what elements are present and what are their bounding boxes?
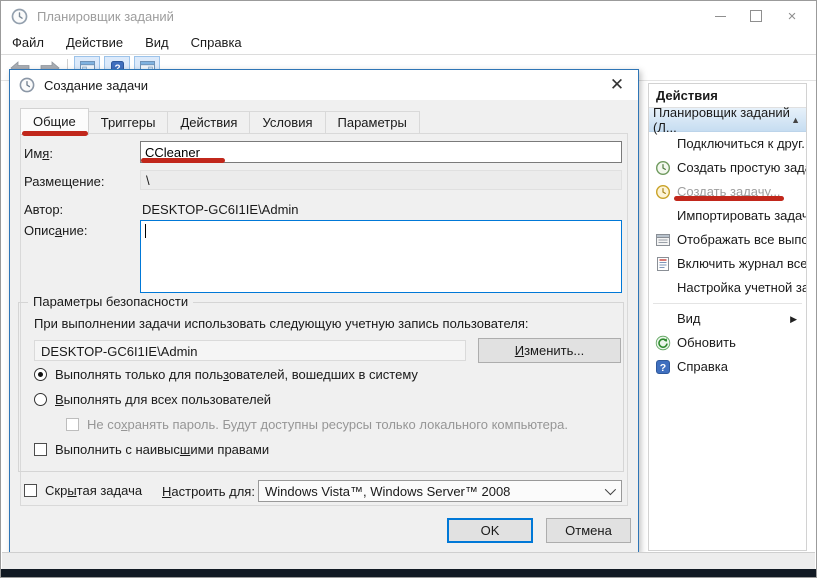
action-item-label: Создать простую зада... — [677, 160, 806, 175]
menu-file[interactable]: Файл — [1, 31, 55, 54]
location-field: \ — [140, 170, 622, 190]
action-item-label: Отображать все выпо... — [677, 232, 806, 247]
security-options-group: Параметры безопасности При выполнении за… — [18, 302, 624, 472]
display-tasks-icon — [655, 232, 671, 248]
checkbox-no-password[interactable]: Не сохранять пароль. Будут доступны ресу… — [66, 417, 568, 432]
create-task-icon — [655, 184, 671, 200]
tab-triggers[interactable]: Триггеры — [88, 111, 169, 134]
action-account-configuration[interactable]: Настройка учетной за... — [649, 276, 806, 300]
checkbox-label: Не сохранять пароль. Будут доступны ресу… — [87, 417, 568, 432]
hidden-task-label: Скрытая задача — [45, 483, 142, 498]
radio-label: Выполнять только для пользователей, воше… — [55, 367, 418, 382]
window-title: Планировщик заданий — [37, 9, 174, 24]
task-scheduler-window: Планировщик заданий × Файл Действие Вид … — [0, 0, 817, 578]
menu-help[interactable]: Справка — [180, 31, 253, 54]
actions-group-label: Планировщик заданий (Л... — [653, 105, 791, 135]
close-button[interactable]: × — [774, 1, 810, 31]
simple-task-icon — [655, 160, 671, 176]
action-display-running-tasks[interactable]: Отображать все выпо... — [649, 228, 806, 252]
action-item-label: Справка — [677, 359, 728, 374]
svg-text:?: ? — [660, 362, 666, 374]
annotation-name-value — [141, 158, 225, 163]
window-titlebar: Планировщик заданий — [1, 1, 816, 31]
action-item-label: Подключиться к друг... — [677, 136, 806, 151]
tab-settings[interactable]: Параметры — [325, 111, 420, 134]
clock-icon — [19, 77, 35, 93]
radio-label: Выполнять для всех пользователей — [55, 392, 271, 407]
action-item-label: Настройка учетной за... — [677, 280, 806, 295]
submenu-arrow-icon: ▶ — [790, 307, 797, 331]
tab-actions[interactable]: Действия — [167, 111, 250, 134]
minimize-button[interactable] — [702, 1, 738, 31]
action-import-task[interactable]: Импортировать задач... — [649, 204, 806, 228]
ok-button[interactable]: OK — [447, 518, 533, 543]
action-item-label: Включить журнал все... — [677, 256, 806, 271]
security-group-title: Параметры безопасности — [28, 294, 193, 309]
configure-for-select[interactable]: Windows Vista™, Windows Server™ 2008 — [258, 480, 622, 502]
action-create-basic-task[interactable]: Создать простую зада... — [649, 156, 806, 180]
menu-action[interactable]: Действие — [55, 31, 134, 54]
radio-run-all-users[interactable]: Выполнять для всех пользователей — [34, 392, 271, 407]
actions-panel: Действия Планировщик заданий (Л... ▲ Под… — [648, 83, 807, 551]
annotation-create-task — [674, 196, 784, 201]
name-label: Имя: — [24, 146, 53, 161]
checkbox-highest-privileges[interactable]: Выполнить с наивысшими правами — [34, 442, 269, 457]
radio-selected-icon[interactable] — [34, 368, 47, 381]
window-controls: × — [702, 1, 810, 31]
clock-icon — [11, 8, 28, 25]
cancel-button[interactable]: Отмена — [546, 518, 631, 543]
account-hint: При выполнении задачи использовать следу… — [34, 316, 529, 331]
action-connect-to-another[interactable]: Подключиться к друг... — [649, 132, 806, 156]
dialog-title: Создание задачи — [44, 78, 148, 93]
text-caret — [145, 224, 146, 238]
dialog-titlebar: Создание задачи ✕ — [10, 70, 638, 100]
account-field: DESKTOP-GC6I1IE\Admin — [34, 340, 466, 361]
action-view-submenu[interactable]: Вид ▶ — [649, 307, 806, 331]
configure-for-value: Windows Vista™, Windows Server™ 2008 — [265, 484, 510, 499]
checkbox-icon[interactable] — [66, 418, 79, 431]
actions-group-task-scheduler[interactable]: Планировщик заданий (Л... ▲ — [649, 108, 806, 132]
author-label: Автор: — [24, 202, 63, 217]
action-help[interactable]: ? Справка — [649, 355, 806, 379]
annotation-general-tab — [22, 131, 88, 136]
radio-run-logged-on[interactable]: Выполнять только для пользователей, воше… — [34, 367, 418, 382]
configure-for-label: Настроить для: — [162, 484, 255, 499]
action-refresh[interactable]: Обновить — [649, 331, 806, 355]
action-item-label: Обновить — [677, 335, 736, 350]
location-label: Размещение: — [24, 174, 105, 189]
action-item-label: Вид — [677, 311, 701, 326]
description-label: Описание: — [24, 223, 87, 238]
actions-separator — [653, 303, 802, 304]
collapse-arrow-icon[interactable]: ▲ — [791, 115, 800, 125]
tab-conditions[interactable]: Условия — [249, 111, 325, 134]
refresh-icon — [655, 335, 671, 351]
description-textarea[interactable] — [140, 220, 622, 293]
change-user-button[interactable]: Изменить... — [478, 338, 621, 363]
radio-unselected-icon[interactable] — [34, 393, 47, 406]
checkbox-hidden-task[interactable]: Скрытая задача — [24, 483, 142, 498]
screen-bottom-edge — [1, 569, 816, 577]
checkbox-label: Выполнить с наивысшими правами — [55, 442, 269, 457]
menu-view[interactable]: Вид — [134, 31, 180, 54]
window-status-strip — [2, 552, 815, 569]
help-icon: ? — [655, 359, 671, 375]
menubar: Файл Действие Вид Справка — [1, 31, 816, 55]
chevron-down-icon — [605, 484, 616, 495]
action-item-label: Импортировать задач... — [677, 208, 806, 223]
checkbox-icon[interactable] — [34, 443, 47, 456]
checkbox-icon[interactable] — [24, 484, 37, 497]
create-task-dialog: Создание задачи ✕ Общие Триггеры Действи… — [9, 69, 639, 553]
dialog-close-icon[interactable]: ✕ — [602, 72, 632, 98]
maximize-button[interactable] — [738, 1, 774, 31]
author-value: DESKTOP-GC6I1IE\Admin — [142, 202, 299, 217]
action-enable-all-tasks-history[interactable]: Включить журнал все... — [649, 252, 806, 276]
journal-icon — [655, 256, 671, 272]
